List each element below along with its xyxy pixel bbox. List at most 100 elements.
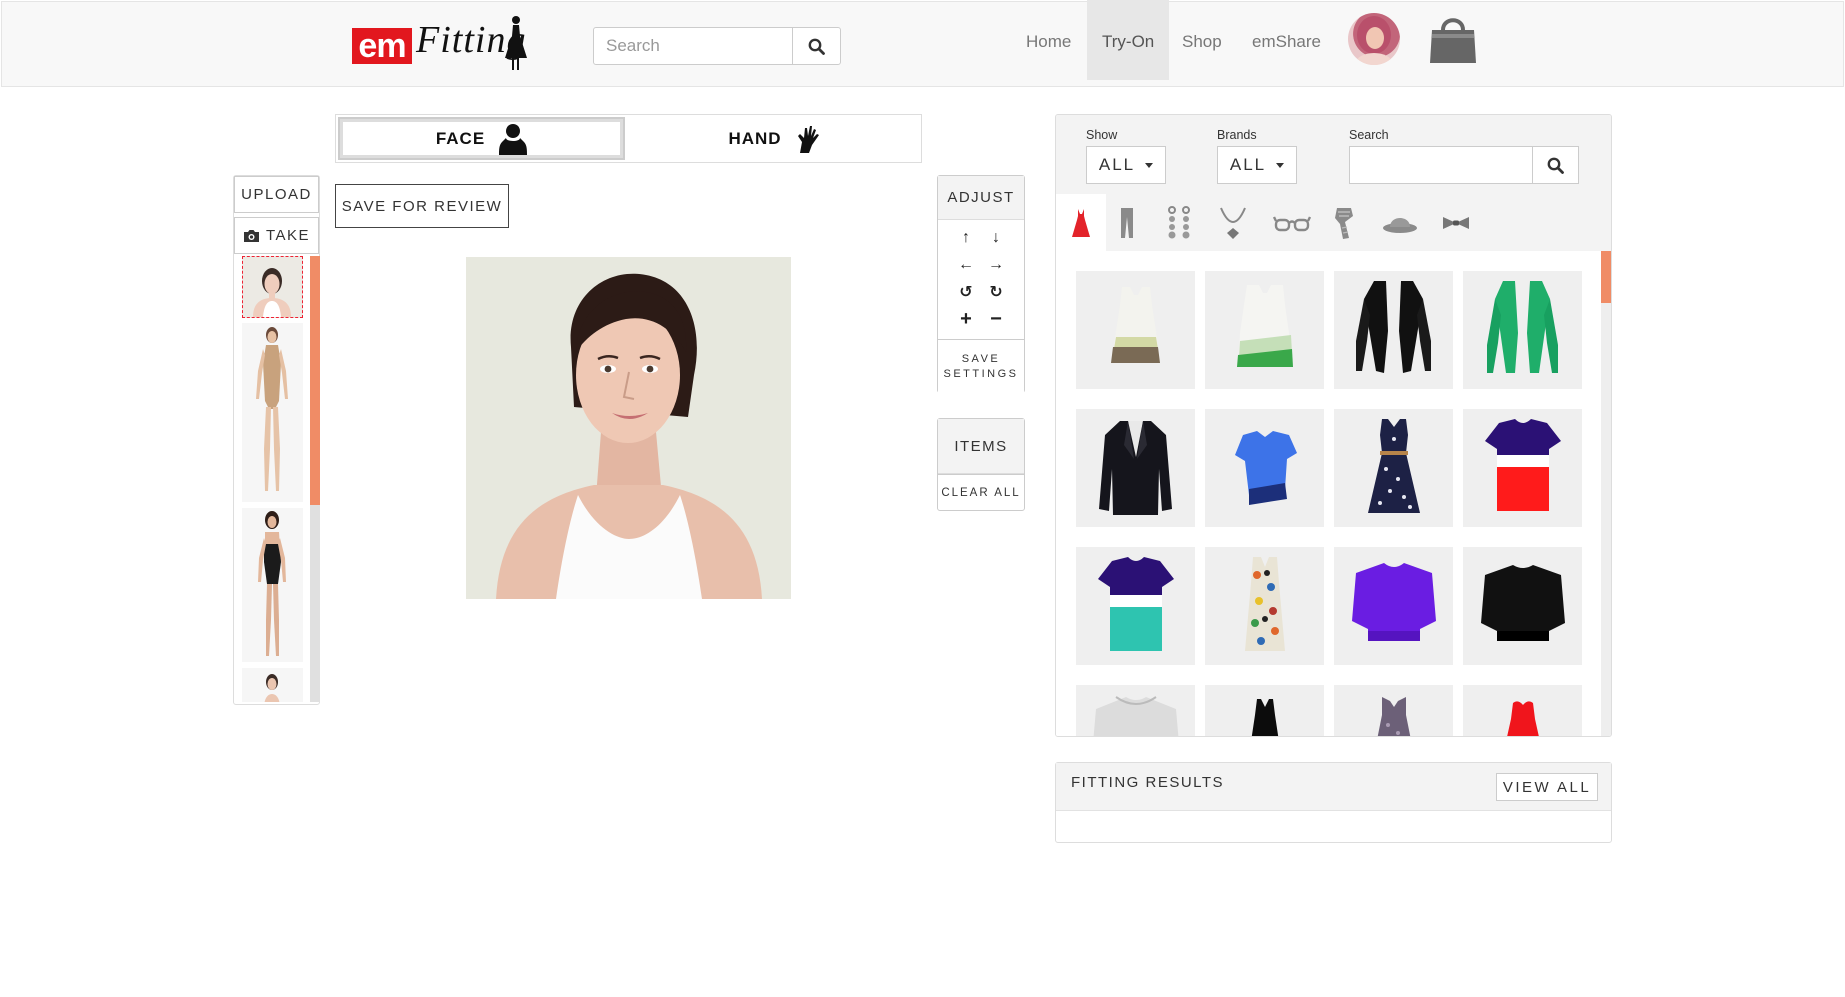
clothing-item-silver-top[interactable] [1076, 685, 1195, 736]
hand-mode-label: HAND [728, 128, 782, 148]
show-value: ALL [1098, 155, 1136, 174]
model-thumbnail-body-2[interactable] [242, 508, 303, 662]
clothing-grid [1056, 251, 1601, 736]
clothing-item-black-chiffon-top[interactable] [1463, 547, 1582, 665]
clothing-thumbnail [1111, 287, 1160, 363]
hand-mode-button[interactable]: HAND [630, 119, 918, 158]
model-thumbnail-face[interactable] [242, 256, 303, 318]
earrings-icon [1168, 205, 1190, 238]
top-navbar [1, 1, 1844, 87]
header-search-button[interactable] [792, 27, 841, 65]
clothing-item-black-dress[interactable] [1205, 685, 1324, 736]
fitting-results-title: FITTING RESULTS [1071, 774, 1225, 791]
model-thumbnail-body-1[interactable] [242, 323, 303, 502]
items-panel: ITEMS CLEAR ALL [937, 418, 1025, 511]
take-photo-button[interactable]: TAKE [234, 217, 319, 254]
clothing-thumbnail [1237, 285, 1293, 367]
category-tabs [1056, 194, 1611, 251]
glasses-icon [1273, 215, 1311, 231]
shopping-bag-button[interactable] [1428, 13, 1478, 65]
clothing-item-printed-dress[interactable] [1205, 547, 1324, 665]
category-tab-necklace[interactable] [1208, 194, 1258, 251]
clothing-thumbnail [1368, 419, 1420, 513]
bowtie-icon [1443, 216, 1469, 229]
body-model-partial-image [264, 674, 280, 702]
save-settings-line1: SAVE [961, 352, 1001, 365]
move-up-icon[interactable]: ↑ [955, 227, 977, 249]
save-for-review-button[interactable]: SAVE FOR REVIEW [335, 184, 509, 228]
clothing-item-black-cardigan[interactable] [1334, 271, 1453, 389]
clothing-item-layered-tank[interactable] [1076, 271, 1195, 389]
nav-home[interactable]: Home [1011, 0, 1086, 80]
clothing-thumbnail [1352, 563, 1436, 641]
clothing-item-red-dress[interactable] [1463, 685, 1582, 736]
brands-value: ALL [1229, 155, 1267, 174]
move-right-icon[interactable]: → [985, 254, 1007, 276]
emfitting-logo[interactable]: em Fitting [352, 14, 527, 70]
category-tab-hat[interactable] [1375, 194, 1425, 251]
logo-em-text: em [352, 28, 412, 64]
clear-all-button[interactable]: CLEAR ALL [938, 474, 1024, 511]
show-label: Show [1086, 128, 1118, 142]
category-tab-pants[interactable] [1102, 194, 1152, 251]
show-select[interactable]: ALL [1086, 146, 1166, 184]
body-model-black-image [258, 511, 286, 656]
body-model-nude-image [256, 327, 288, 491]
shopping-bag-icon [1430, 18, 1476, 63]
camera-icon [243, 229, 259, 242]
catalog-search-button[interactable] [1532, 146, 1579, 184]
search-icon [1547, 157, 1564, 174]
header-search-input[interactable] [593, 27, 793, 65]
move-left-icon[interactable]: ← [955, 254, 977, 276]
clothing-thumbnail [1356, 281, 1431, 373]
clothing-item-green-tank[interactable] [1205, 271, 1324, 389]
items-title: ITEMS [938, 419, 1024, 474]
catalog-search-input[interactable] [1349, 146, 1533, 184]
clothing-thumbnail [1481, 565, 1565, 641]
clothing-thumbnail [1377, 697, 1411, 736]
rotate-left-icon[interactable]: ↺ [955, 281, 977, 303]
clothing-item-grey-dress[interactable] [1334, 685, 1453, 736]
clothing-item-purple-white-red-top[interactable] [1463, 409, 1582, 527]
catalog-scrollbar-thumb[interactable] [1601, 251, 1611, 303]
category-tab-earrings[interactable] [1154, 194, 1204, 251]
model-thumbnail-body-3[interactable] [242, 668, 303, 702]
move-down-icon[interactable]: ↓ [985, 227, 1007, 249]
model-thumbnail-list [242, 256, 303, 702]
clothing-thumbnail [1235, 431, 1297, 505]
face-mode-button[interactable]: FACE [338, 117, 625, 160]
nav-shop[interactable]: Shop [1167, 0, 1237, 80]
hand-icon [797, 125, 819, 153]
scarf-icon [1335, 207, 1353, 239]
zoom-in-icon[interactable]: + [955, 308, 977, 330]
clothing-item-black-blazer[interactable] [1076, 409, 1195, 527]
view-all-button[interactable]: VIEW ALL [1496, 773, 1598, 801]
catalog-scrollbar[interactable] [1601, 251, 1611, 736]
clothing-thumbnail [1245, 557, 1285, 651]
thumbnail-scrollbar-thumb[interactable] [310, 256, 320, 505]
model-thumbnail-panel: UPLOAD TAKE [233, 175, 320, 705]
thumbnail-scrollbar[interactable] [310, 256, 320, 702]
category-tab-dress[interactable] [1056, 194, 1106, 251]
necklace-icon [1220, 207, 1246, 239]
caret-down-icon [1276, 162, 1285, 168]
fitting-results-panel: FITTING RESULTS VIEW ALL [1055, 762, 1612, 843]
avatar-portrait [1356, 16, 1392, 65]
clothing-item-purple-chiffon-top[interactable] [1334, 547, 1453, 665]
category-tab-scarf[interactable] [1319, 194, 1369, 251]
brands-select[interactable]: ALL [1217, 146, 1297, 184]
zoom-out-icon[interactable]: − [985, 308, 1007, 330]
category-tab-glasses[interactable] [1267, 194, 1317, 251]
clothing-item-purple-white-teal-top[interactable] [1076, 547, 1195, 665]
nav-emshare[interactable]: emShare [1237, 0, 1336, 80]
category-tab-bowtie[interactable] [1431, 194, 1481, 251]
user-avatar[interactable] [1348, 13, 1400, 65]
save-settings-button[interactable]: SAVE SETTINGS [938, 339, 1024, 393]
clothing-item-floral-dress[interactable] [1334, 409, 1453, 527]
face-model-image [253, 268, 291, 317]
clothing-item-green-cardigan[interactable] [1463, 271, 1582, 389]
upload-button[interactable]: UPLOAD [234, 176, 319, 213]
rotate-right-icon[interactable]: ↻ [985, 281, 1007, 303]
nav-try-on[interactable]: Try-On [1087, 0, 1170, 80]
clothing-item-blue-top[interactable] [1205, 409, 1324, 527]
